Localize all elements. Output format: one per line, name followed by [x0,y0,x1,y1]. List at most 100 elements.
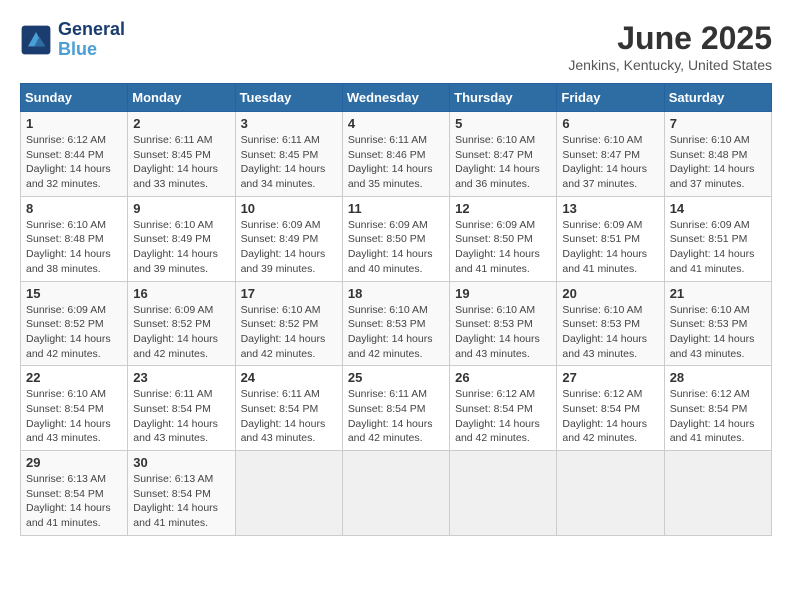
table-row: 7 Sunrise: 6:10 AMSunset: 8:48 PMDaylight… [664,112,771,197]
day-number: 28 [670,370,766,385]
day-number: 8 [26,201,122,216]
weekday-header-row: Sunday Monday Tuesday Wednesday Thursday… [21,84,772,112]
day-info: Sunrise: 6:11 AMSunset: 8:54 PMDaylight:… [133,387,229,446]
table-row: 5Sunrise: 6:10 AMSunset: 8:47 PMDaylight… [450,112,557,197]
day-number: 21 [670,286,766,301]
day-number: 15 [26,286,122,301]
day-number: 11 [348,201,444,216]
table-row: 4 Sunrise: 6:11 AMSunset: 8:46 PMDaylight… [342,112,449,197]
calendar-row: 29 Sunrise: 6:13 AMSunset: 8:54 PMDayligh… [21,451,772,536]
table-row: 29 Sunrise: 6:13 AMSunset: 8:54 PMDayligh… [21,451,128,536]
day-number: 10 [241,201,337,216]
day-info: Sunrise: 6:10 AMSunset: 8:53 PMDaylight:… [455,303,551,362]
day-number: 27 [562,370,658,385]
header-monday: Monday [128,84,235,112]
day-number: 6 [562,116,658,131]
day-number: 23 [133,370,229,385]
month-title: June 2025 [568,20,772,57]
table-row [450,451,557,536]
day-number: 29 [26,455,122,470]
table-row: 9Sunrise: 6:10 AMSunset: 8:49 PMDaylight… [128,196,235,281]
day-number: 26 [455,370,551,385]
day-info: Sunrise: 6:12 AMSunset: 8:54 PMDaylight:… [455,387,551,446]
table-row: 12Sunrise: 6:09 AMSunset: 8:50 PMDayligh… [450,196,557,281]
header-saturday: Saturday [664,84,771,112]
calendar-table: Sunday Monday Tuesday Wednesday Thursday… [20,83,772,536]
day-number: 24 [241,370,337,385]
day-info: Sunrise: 6:09 AMSunset: 8:51 PMDaylight:… [562,218,658,277]
table-row: 2 Sunrise: 6:11 AMSunset: 8:45 PMDaylight… [128,112,235,197]
table-row: 30 Sunrise: 6:13 AMSunset: 8:54 PMDayligh… [128,451,235,536]
day-info: Sunrise: 6:10 AMSunset: 8:52 PMDaylight:… [241,303,337,362]
calendar-row: 8 Sunrise: 6:10 AMSunset: 8:48 PMDaylight… [21,196,772,281]
table-row [235,451,342,536]
table-row: 18Sunrise: 6:10 AMSunset: 8:53 PMDayligh… [342,281,449,366]
day-number: 17 [241,286,337,301]
day-number: 5 [455,116,551,131]
table-row: 8 Sunrise: 6:10 AMSunset: 8:48 PMDaylight… [21,196,128,281]
header-friday: Friday [557,84,664,112]
calendar-row: 22Sunrise: 6:10 AMSunset: 8:54 PMDayligh… [21,366,772,451]
day-info: Sunrise: 6:09 AMSunset: 8:52 PMDaylight:… [26,303,122,362]
day-info: Sunrise: 6:09 AMSunset: 8:51 PMDaylight:… [670,218,766,277]
table-row: 1Sunrise: 6:12 AMSunset: 8:44 PMDaylight… [21,112,128,197]
table-row [557,451,664,536]
day-number: 19 [455,286,551,301]
header-tuesday: Tuesday [235,84,342,112]
day-info: Sunrise: 6:10 AMSunset: 8:49 PMDaylight:… [133,218,229,277]
day-number: 3 [241,116,337,131]
day-number: 16 [133,286,229,301]
logo-icon [20,24,52,56]
day-number: 14 [670,201,766,216]
table-row: 6 Sunrise: 6:10 AMSunset: 8:47 PMDaylight… [557,112,664,197]
day-info: Sunrise: 6:11 AMSunset: 8:46 PMDaylight:… [348,133,444,192]
day-info: Sunrise: 6:10 AMSunset: 8:48 PMDaylight:… [670,133,766,192]
day-number: 30 [133,455,229,470]
table-row: 17 Sunrise: 6:10 AMSunset: 8:52 PMDayligh… [235,281,342,366]
day-info: Sunrise: 6:12 AMSunset: 8:54 PMDaylight:… [562,387,658,446]
table-row: 19 Sunrise: 6:10 AMSunset: 8:53 PMDayligh… [450,281,557,366]
table-row: 14 Sunrise: 6:09 AMSunset: 8:51 PMDayligh… [664,196,771,281]
title-block: June 2025 Jenkins, Kentucky, United Stat… [568,20,772,73]
day-info: Sunrise: 6:10 AMSunset: 8:53 PMDaylight:… [562,303,658,362]
day-number: 25 [348,370,444,385]
logo-text: General Blue [58,20,125,60]
day-info: Sunrise: 6:10 AMSunset: 8:47 PMDaylight:… [562,133,658,192]
day-info: Sunrise: 6:13 AMSunset: 8:54 PMDaylight:… [133,472,229,531]
calendar-row: 15 Sunrise: 6:09 AMSunset: 8:52 PMDayligh… [21,281,772,366]
table-row: 26 Sunrise: 6:12 AMSunset: 8:54 PMDayligh… [450,366,557,451]
table-row: 28 Sunrise: 6:12 AMSunset: 8:54 PMDayligh… [664,366,771,451]
table-row [342,451,449,536]
day-info: Sunrise: 6:10 AMSunset: 8:48 PMDaylight:… [26,218,122,277]
page-header: General Blue June 2025 Jenkins, Kentucky… [20,20,772,73]
day-info: Sunrise: 6:13 AMSunset: 8:54 PMDaylight:… [26,472,122,531]
day-info: Sunrise: 6:10 AMSunset: 8:53 PMDaylight:… [670,303,766,362]
day-number: 4 [348,116,444,131]
day-info: Sunrise: 6:11 AMSunset: 8:45 PMDaylight:… [133,133,229,192]
day-info: Sunrise: 6:12 AMSunset: 8:54 PMDaylight:… [670,387,766,446]
table-row: 21 Sunrise: 6:10 AMSunset: 8:53 PMDayligh… [664,281,771,366]
table-row [664,451,771,536]
day-info: Sunrise: 6:09 AMSunset: 8:49 PMDaylight:… [241,218,337,277]
table-row: 27 Sunrise: 6:12 AMSunset: 8:54 PMDayligh… [557,366,664,451]
day-info: Sunrise: 6:11 AMSunset: 8:45 PMDaylight:… [241,133,337,192]
table-row: 22Sunrise: 6:10 AMSunset: 8:54 PMDayligh… [21,366,128,451]
day-number: 2 [133,116,229,131]
location: Jenkins, Kentucky, United States [568,57,772,73]
table-row: 24Sunrise: 6:11 AMSunset: 8:54 PMDayligh… [235,366,342,451]
logo: General Blue [20,20,125,60]
day-info: Sunrise: 6:09 AMSunset: 8:52 PMDaylight:… [133,303,229,362]
table-row: 20 Sunrise: 6:10 AMSunset: 8:53 PMDayligh… [557,281,664,366]
logo-line2: Blue [58,39,97,59]
day-number: 13 [562,201,658,216]
table-row: 15 Sunrise: 6:09 AMSunset: 8:52 PMDayligh… [21,281,128,366]
header-thursday: Thursday [450,84,557,112]
table-row: 23 Sunrise: 6:11 AMSunset: 8:54 PMDayligh… [128,366,235,451]
table-row: 16 Sunrise: 6:09 AMSunset: 8:52 PMDayligh… [128,281,235,366]
day-number: 22 [26,370,122,385]
logo-line1: General [58,20,125,40]
day-number: 7 [670,116,766,131]
day-number: 20 [562,286,658,301]
day-info: Sunrise: 6:11 AMSunset: 8:54 PMDaylight:… [348,387,444,446]
table-row: 3 Sunrise: 6:11 AMSunset: 8:45 PMDaylight… [235,112,342,197]
